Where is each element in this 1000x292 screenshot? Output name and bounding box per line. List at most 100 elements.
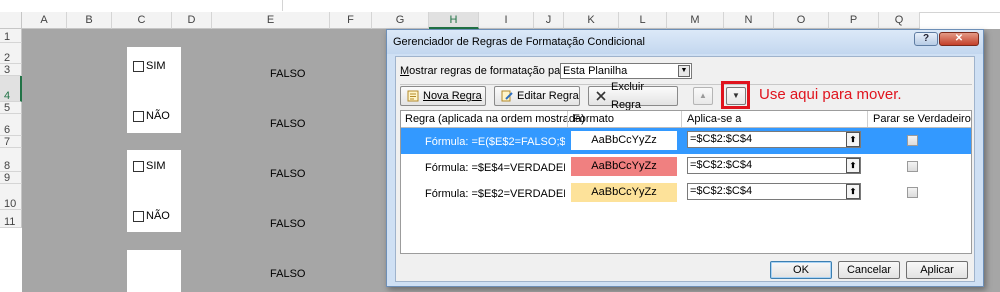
column-header-b[interactable]: B bbox=[67, 12, 112, 29]
column-header-j[interactable]: J bbox=[534, 12, 564, 29]
row-header-10[interactable]: 10 bbox=[0, 184, 22, 210]
rule-format-preview: AaBbCcYyZz bbox=[571, 157, 677, 176]
divider bbox=[400, 84, 972, 85]
row-header-4[interactable]: 4 bbox=[0, 76, 22, 102]
checkbox-box-icon bbox=[133, 160, 144, 172]
show-rules-label-mnemonic: M bbox=[400, 65, 410, 77]
new-rule-button[interactable]: Nova Regra bbox=[400, 86, 486, 106]
rule-applies-to-input[interactable]: =$C$2:$C$4 bbox=[687, 157, 861, 174]
checkbox-box-icon bbox=[133, 60, 144, 72]
show-rules-label-text: ostrar regras de formatação para: bbox=[409, 65, 574, 77]
show-rules-value: Esta Planilha bbox=[563, 65, 628, 77]
range-collapse-icon[interactable]: ⬆ bbox=[846, 184, 860, 199]
range-collapse-icon[interactable]: ⬆ bbox=[846, 158, 860, 173]
column-header-h[interactable]: H bbox=[429, 12, 479, 29]
column-header-a[interactable]: A bbox=[22, 12, 67, 29]
dialog-body: Mostrar regras de formatação para: Esta … bbox=[395, 56, 975, 282]
close-button[interactable]: ✕ bbox=[939, 32, 979, 46]
formula-bar-input[interactable] bbox=[282, 0, 1000, 11]
rule-format-preview: AaBbCcYyZz bbox=[571, 131, 677, 150]
edit-rule-label: Editar Regra bbox=[517, 90, 579, 102]
row-header-11[interactable]: 11 bbox=[0, 210, 22, 228]
checkbox-label: SIM bbox=[146, 60, 166, 72]
delete-rule-button[interactable]: Excluir Regra bbox=[588, 81, 678, 111]
apply-button[interactable]: Aplicar bbox=[906, 261, 968, 279]
rule-applies-to-input[interactable]: =$C$2:$C$4 bbox=[687, 131, 861, 148]
column-header-m[interactable]: M bbox=[667, 12, 724, 29]
rule-formula: Fórmula: =$E$2=VERDADEIRO bbox=[425, 188, 565, 200]
conditional-formatting-dialog: Gerenciador de Regras de Formatação Cond… bbox=[386, 29, 984, 287]
column-header-p[interactable]: P bbox=[829, 12, 879, 29]
row-header-1[interactable]: 1 bbox=[0, 29, 22, 43]
show-rules-select[interactable]: Esta Planilha ▼ bbox=[560, 63, 692, 79]
row-header-2[interactable]: 2 bbox=[0, 43, 22, 64]
move-up-button[interactable]: ▲ bbox=[693, 87, 713, 105]
cell-value: FALSO bbox=[270, 218, 306, 230]
column-header-c[interactable]: C bbox=[112, 12, 172, 29]
column-divider bbox=[867, 111, 868, 127]
rule-applies-to-input[interactable]: =$C$2:$C$4 bbox=[687, 183, 861, 200]
help-button[interactable]: ? bbox=[914, 32, 938, 46]
form-checkbox[interactable]: SIM bbox=[133, 60, 166, 72]
column-header-g[interactable]: G bbox=[372, 12, 429, 29]
select-all-corner[interactable] bbox=[0, 12, 22, 29]
new-rule-label: Nova Regra bbox=[423, 90, 482, 102]
row-header-6[interactable]: 6 bbox=[0, 114, 22, 136]
column-header-n[interactable]: N bbox=[724, 12, 774, 29]
row-header-8[interactable]: 8 bbox=[0, 148, 22, 172]
arrow-up-icon: ▲ bbox=[699, 91, 707, 100]
column-header-f[interactable]: F bbox=[330, 12, 372, 29]
cell-value: FALSO bbox=[270, 68, 306, 80]
col-header-applies-to: Aplica-se a bbox=[687, 113, 742, 125]
white-cell-block bbox=[127, 250, 181, 292]
column-divider bbox=[567, 111, 568, 127]
chevron-down-icon[interactable]: ▼ bbox=[678, 65, 690, 77]
column-header-l[interactable]: L bbox=[619, 12, 667, 29]
checkbox-label: NÃO bbox=[146, 110, 170, 122]
col-header-format: Formato bbox=[573, 113, 614, 125]
column-divider bbox=[681, 111, 682, 127]
new-rule-icon bbox=[407, 90, 419, 102]
column-header-o[interactable]: O bbox=[774, 12, 829, 29]
rule-row[interactable]: Fórmula: =$E$2=VERDADEIRO AaBbCcYyZz =$C$2… bbox=[401, 180, 971, 206]
cell-value: FALSO bbox=[270, 268, 306, 280]
stop-if-true-checkbox[interactable] bbox=[907, 135, 918, 146]
rule-formula: Fórmula: =$E$4=VERDADEIRO bbox=[425, 162, 565, 174]
checkbox-box-icon bbox=[133, 110, 144, 122]
dialog-title: Gerenciador de Regras de Formatação Cond… bbox=[393, 36, 645, 48]
cell-value: FALSO bbox=[270, 168, 306, 180]
column-header-e[interactable]: E bbox=[212, 12, 330, 29]
row-header-9[interactable]: 9 bbox=[0, 172, 22, 184]
cancel-button[interactable]: Cancelar bbox=[838, 261, 900, 279]
form-checkbox[interactable]: SIM bbox=[133, 160, 166, 172]
stop-if-true-checkbox[interactable] bbox=[907, 161, 918, 172]
rule-formula: Fórmula: =E($E$2=FALSO;$E$4... bbox=[425, 136, 565, 148]
row-header-7[interactable]: 7 bbox=[0, 136, 22, 148]
checkbox-label: NÃO bbox=[146, 210, 170, 222]
column-header-q[interactable]: Q bbox=[879, 12, 920, 29]
col-header-rule: Regra (aplicada na ordem mostrada) bbox=[405, 113, 585, 125]
checkbox-label: SIM bbox=[146, 160, 166, 172]
rules-grid-header: Regra (aplicada na ordem mostrada) Forma… bbox=[401, 111, 971, 128]
form-checkbox[interactable]: NÃO bbox=[133, 110, 170, 122]
edit-rule-button[interactable]: Editar Regra bbox=[494, 86, 580, 106]
range-collapse-icon[interactable]: ⬆ bbox=[846, 132, 860, 147]
stop-if-true-checkbox[interactable] bbox=[907, 187, 918, 198]
cell-value: FALSO bbox=[270, 118, 306, 130]
show-rules-label: Mostrar regras de formatação para: bbox=[400, 65, 573, 77]
annotation-callout: Use aqui para mover. bbox=[759, 86, 902, 103]
rules-grid[interactable]: Regra (aplicada na ordem mostrada) Forma… bbox=[400, 110, 972, 254]
rule-row[interactable]: Fórmula: =E($E$2=FALSO;$E$4... AaBbCcYyZz… bbox=[401, 128, 971, 154]
ok-button[interactable]: OK bbox=[770, 261, 832, 279]
checkbox-box-icon bbox=[133, 210, 144, 222]
dialog-titlebar[interactable]: Gerenciador de Regras de Formatação Cond… bbox=[387, 30, 983, 54]
edit-rule-icon bbox=[501, 90, 513, 102]
column-header-d[interactable]: D bbox=[172, 12, 212, 29]
row-header-3[interactable]: 3 bbox=[0, 64, 22, 76]
form-checkbox[interactable]: NÃO bbox=[133, 210, 170, 222]
column-header-i[interactable]: I bbox=[479, 12, 534, 29]
column-header-k[interactable]: K bbox=[564, 12, 619, 29]
row-header-5[interactable]: 5 bbox=[0, 102, 22, 114]
rule-format-preview: AaBbCcYyZz bbox=[571, 183, 677, 202]
rule-row[interactable]: Fórmula: =$E$4=VERDADEIRO AaBbCcYyZz =$C$2… bbox=[401, 154, 971, 180]
